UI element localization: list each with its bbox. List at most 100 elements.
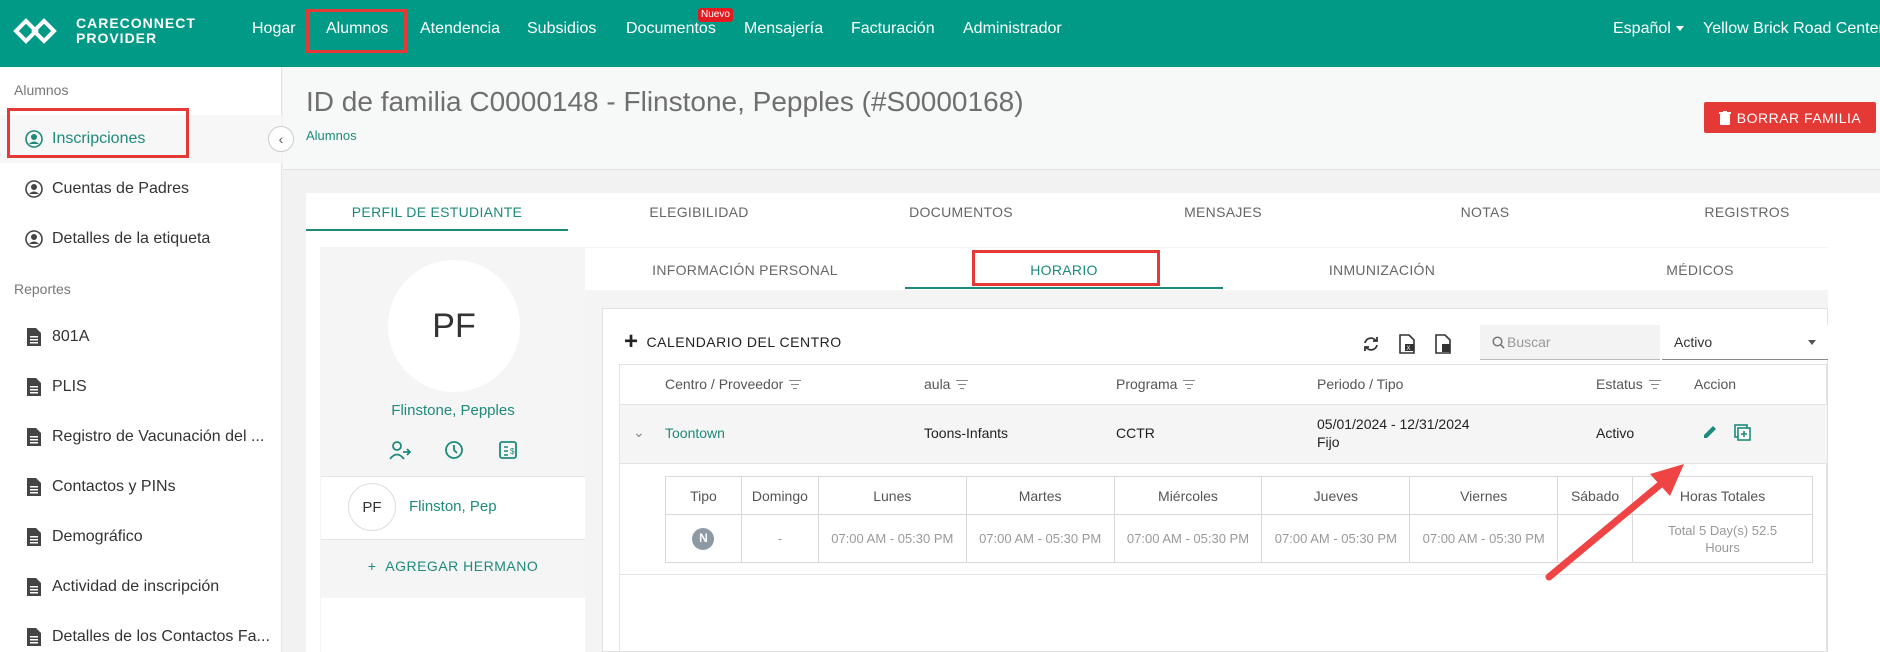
- table-divider: [620, 574, 1827, 575]
- sidebar-item-label: Contactos y PINs: [52, 478, 176, 495]
- add-schedule-icon[interactable]: [1734, 424, 1751, 444]
- sidebar-item-label: Inscripciones: [52, 130, 146, 147]
- subtab-informacion-personal[interactable]: INFORMACIÓN PERSONAL: [585, 252, 905, 289]
- nav-facturacion[interactable]: Facturación: [851, 0, 935, 58]
- type-cell: N: [665, 514, 742, 563]
- subtab-inmunizacion[interactable]: INMUNIZACIÓN: [1223, 252, 1541, 289]
- chevron-left-icon: ‹: [278, 131, 284, 147]
- page-header: [283, 67, 1880, 170]
- add-sibling-label: AGREGAR HERMANO: [385, 558, 539, 574]
- filter-icon[interactable]: [1183, 379, 1196, 389]
- nav-administrador[interactable]: Administrador: [963, 0, 1062, 58]
- day-header: Tipo: [665, 476, 742, 515]
- clock-icon[interactable]: [442, 438, 466, 462]
- day-header: Martes: [965, 476, 1115, 515]
- center-dropdown[interactable]: Yellow Brick Road Center: [1703, 0, 1880, 58]
- day-cell-miercoles: 07:00 AM - 05:30 PM: [1113, 514, 1263, 563]
- sidebar-collapse-button[interactable]: ‹: [268, 126, 294, 152]
- row-program: CCTR: [1116, 425, 1155, 441]
- col-header-label: Accion: [1694, 376, 1737, 392]
- total-hours-cell: Total 5 Day(s) 52.5 Hours: [1632, 514, 1813, 563]
- nav-subsidios[interactable]: Subsidios: [527, 0, 596, 58]
- day-cell-sabado: [1557, 514, 1634, 563]
- day-header: Horas Totales: [1632, 476, 1813, 515]
- brand-logo[interactable]: CARECONNECT PROVIDER: [12, 14, 196, 48]
- delete-family-button[interactable]: BORRAR FAMILIA: [1704, 102, 1876, 133]
- sidebar-item-801a[interactable]: 801A: [24, 322, 89, 352]
- sidebar-item-label: Demográfico: [52, 528, 143, 545]
- sidebar-item-label: Actividad de inscripción: [52, 578, 220, 595]
- day-header: Lunes: [817, 476, 967, 515]
- nav-atendencia[interactable]: Atendencia: [420, 0, 500, 58]
- col-header-estatus[interactable]: Estatus: [1596, 376, 1661, 392]
- nav-mensajeria[interactable]: Mensajería: [744, 0, 823, 58]
- document-icon: [24, 328, 44, 346]
- sidebar-item-cuentas-padres[interactable]: Cuentas de Padres: [24, 174, 189, 204]
- add-sibling-button[interactable]: + AGREGAR HERMANO: [321, 558, 585, 574]
- export-excel-icon[interactable]: X: [1396, 333, 1418, 355]
- col-header-accion: Accion: [1694, 376, 1736, 392]
- filter-icon[interactable]: [789, 379, 802, 389]
- center-label: Yellow Brick Road Center: [1703, 20, 1880, 37]
- tab-mensajes[interactable]: MENSAJES: [1092, 193, 1354, 231]
- search-input[interactable]: [1507, 334, 1647, 350]
- sidebar-item-contactos-pins[interactable]: Contactos y PINs: [24, 472, 176, 502]
- nav-alumnos[interactable]: Alumnos: [326, 0, 388, 58]
- sibling-avatar: PF: [348, 483, 396, 531]
- sidebar-item-actividad-inscripcion[interactable]: Actividad de inscripción: [24, 572, 219, 602]
- filter-icon[interactable]: [956, 379, 969, 389]
- language-label: Español: [1613, 20, 1671, 37]
- user-transfer-icon[interactable]: [388, 438, 412, 462]
- sidebar-item-label: Detalles de la etiqueta: [52, 230, 211, 247]
- language-dropdown[interactable]: Español: [1613, 0, 1684, 58]
- tab-perfil-estudiante[interactable]: PERFIL DE ESTUDIANTE: [306, 193, 568, 231]
- subtab-horario[interactable]: HORARIO: [905, 252, 1223, 289]
- plus-icon: +: [624, 328, 639, 355]
- table-row[interactable]: [620, 404, 1827, 464]
- day-header: Miércoles: [1113, 476, 1263, 515]
- delete-family-label: BORRAR FAMILIA: [1736, 109, 1862, 126]
- tab-notas[interactable]: NOTAS: [1354, 193, 1616, 231]
- tab-registros[interactable]: REGISTROS: [1616, 193, 1878, 231]
- edit-pencil-icon[interactable]: [1702, 424, 1718, 443]
- brand-text: CARECONNECT PROVIDER: [76, 16, 196, 46]
- sidebar-item-detalles-etiqueta[interactable]: Detalles de la etiqueta: [24, 224, 210, 254]
- sidebar-item-plis[interactable]: PLIS: [24, 372, 87, 402]
- refresh-icon[interactable]: [1360, 333, 1382, 355]
- col-header-periodo: Periodo / Tipo: [1317, 376, 1403, 392]
- row-center[interactable]: Toontown: [665, 425, 725, 441]
- row-status: Activo: [1596, 425, 1635, 441]
- row-classroom: Toons-Infants: [924, 425, 1009, 441]
- col-header-programa[interactable]: Programa: [1116, 376, 1196, 392]
- student-name[interactable]: Flinstone, Pepples: [321, 402, 585, 419]
- col-header-aula[interactable]: aula: [924, 376, 969, 392]
- status-filter-select[interactable]: Activo: [1662, 325, 1828, 360]
- type-badge: N: [692, 527, 715, 550]
- sidebar-item-detalles-contactos[interactable]: Detalles de los Contactos Fa...: [24, 622, 270, 652]
- sidebar-item-demografico[interactable]: Demográfico: [24, 522, 143, 552]
- tab-elegibilidad[interactable]: ELEGIBILIDAD: [568, 193, 830, 231]
- sidebar-item-label: Cuentas de Padres: [52, 180, 189, 197]
- row-period: 05/01/2024 - 12/31/2024: [1317, 416, 1470, 432]
- breadcrumb[interactable]: Alumnos: [306, 128, 357, 143]
- sidebar-item-registro-vacunacion[interactable]: Registro de Vacunación del ...: [24, 422, 264, 452]
- search-field[interactable]: [1480, 325, 1660, 360]
- export-pdf-icon[interactable]: [1432, 333, 1454, 355]
- col-header-label: Estatus: [1596, 376, 1643, 392]
- svg-text:$: $: [510, 447, 515, 456]
- tab-documentos[interactable]: DOCUMENTOS: [830, 193, 1092, 231]
- row-expand-chevron-icon[interactable]: ⌄: [633, 424, 645, 441]
- nav-hogar[interactable]: Hogar: [252, 0, 296, 58]
- sidebar-section-alumnos: Alumnos: [14, 82, 69, 98]
- sibling-name[interactable]: Flinston, Pep: [409, 498, 497, 515]
- billing-icon[interactable]: $: [496, 438, 520, 462]
- col-header-label: Programa: [1116, 376, 1178, 392]
- col-header-centro[interactable]: Centro / Proveedor: [665, 376, 802, 392]
- center-calendar-button[interactable]: + CALENDARIO DEL CENTRO: [624, 328, 842, 355]
- day-cell-lunes: 07:00 AM - 05:30 PM: [817, 514, 967, 563]
- subtab-medicos[interactable]: MÉDICOS: [1541, 252, 1859, 289]
- filter-icon[interactable]: [1648, 379, 1661, 389]
- sidebar-item-inscripciones[interactable]: Inscripciones: [24, 124, 145, 154]
- document-icon: [24, 578, 44, 596]
- day-cell-jueves: 07:00 AM - 05:30 PM: [1261, 514, 1411, 563]
